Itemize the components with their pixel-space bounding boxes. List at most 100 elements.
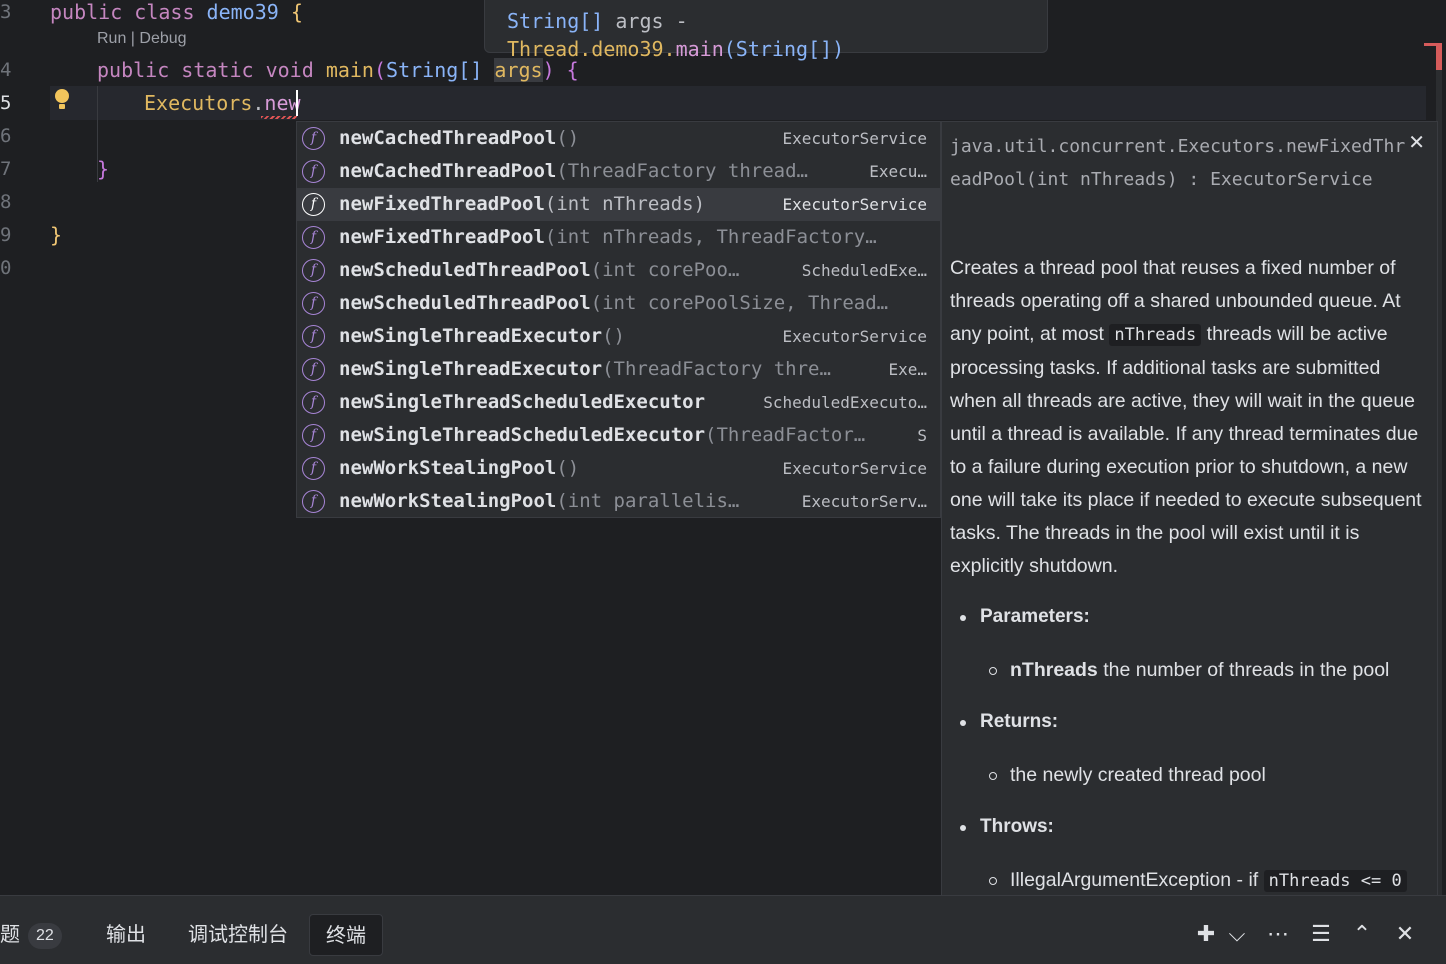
function-icon: f xyxy=(302,292,325,315)
line-number-active: 5 xyxy=(0,92,12,114)
function-icon: f xyxy=(302,490,325,513)
chevron-down-icon[interactable]: ⌵ xyxy=(1223,920,1251,948)
doc-throws-item: IllegalArgumentException - if nThreads <… xyxy=(989,869,1407,892)
code-token: static xyxy=(181,58,266,82)
doc-param-name: nThreads xyxy=(1010,659,1098,681)
code-line-5[interactable]: Executors.new xyxy=(144,91,301,115)
doc-parameters-heading: Parameters: xyxy=(960,606,1090,627)
completion-name: newSingleThreadExecutor xyxy=(339,325,603,347)
completion-item[interactable]: f newCachedThreadPool(ThreadFactory threa… xyxy=(297,155,941,188)
completion-return-type: ExecutorService xyxy=(782,327,928,346)
lightbulb-icon[interactable] xyxy=(55,89,69,111)
completion-list[interactable]: f newCachedThreadPool() ExecutorService f ne… xyxy=(296,121,941,518)
completion-signature: () xyxy=(556,127,580,149)
completion-item[interactable]: f newSingleThreadScheduledExecutor Schedul… xyxy=(297,386,941,419)
completion-signature: (ThreadFactory thre… xyxy=(602,358,831,380)
line-number: 4 xyxy=(0,59,12,81)
add-terminal-icon[interactable]: ✚ xyxy=(1192,920,1220,948)
hint-type: String[] xyxy=(507,9,604,33)
completion-item[interactable]: f newCachedThreadPool() ExecutorService xyxy=(297,122,941,155)
tab-terminal[interactable]: 终端 xyxy=(309,914,383,956)
tab-label: 题 xyxy=(0,924,20,946)
chevron-up-icon[interactable]: ⌃ xyxy=(1348,920,1376,948)
completion-label: newWorkStealingPool(int parallelis… xyxy=(339,489,739,513)
completion-name: newWorkStealingPool xyxy=(339,490,557,512)
completion-item[interactable]: f newSingleThreadExecutor() ExecutorServic… xyxy=(297,320,941,353)
doc-param-item: nThreads the number of threads in the po… xyxy=(988,659,1390,682)
function-icon: f xyxy=(302,457,325,480)
hint-params: (String[]) xyxy=(723,37,845,61)
text-caret xyxy=(296,90,298,116)
code-token: { xyxy=(290,0,303,24)
completion-signature: () xyxy=(602,325,625,347)
completion-name: newScheduledThreadPool xyxy=(339,259,591,281)
completion-name: newWorkStealingPool xyxy=(339,457,557,479)
completion-signature: (int parallelis… xyxy=(556,490,740,512)
completion-return-type: ExecutorService xyxy=(782,129,928,148)
completion-name: newScheduledThreadPool xyxy=(339,292,591,314)
code-line-3[interactable]: public class demo39 { xyxy=(50,0,303,24)
completion-item[interactable]: f newWorkStealingPool(int parallelis… Exec… xyxy=(297,485,941,518)
more-icon[interactable]: ⋯ xyxy=(1264,920,1292,948)
doc-throws-code: nThreads <= 0 xyxy=(1263,870,1407,892)
parameter-hint-tooltip: String[] args - Thread.demo39.main(Strin… xyxy=(484,0,1048,61)
documentation-panel: ✕ java.util.concurrent.Executors.newFixe… xyxy=(941,121,1438,922)
completion-name: newFixedThreadPool xyxy=(339,226,545,248)
hint-name: args xyxy=(615,9,664,33)
completion-return-type: ExecutorService xyxy=(782,195,928,214)
completion-item[interactable]: f newFixedThreadPool(int nThreads) Executo… xyxy=(297,188,941,221)
completion-label: newSingleThreadScheduledExecutor(ThreadF… xyxy=(339,423,865,447)
completion-return-type: Exe… xyxy=(888,360,927,379)
tab-output[interactable]: 输出 xyxy=(106,914,146,956)
function-icon: f xyxy=(302,160,325,183)
function-icon: f xyxy=(302,424,325,447)
line-number: 3 xyxy=(0,1,12,23)
completion-label: newSingleThreadScheduledExecutor xyxy=(339,390,705,414)
completion-signature: (int corePoo… xyxy=(590,259,740,281)
code-token: class xyxy=(134,0,207,24)
completion-label: newCachedThreadPool(ThreadFactory thread… xyxy=(339,159,808,183)
panel-tabbar: 题 22 输出 调试控制台 终端 ✚ ⌵ ⋯ ☰ ⌃ ✕ xyxy=(0,896,1446,964)
completion-item[interactable]: f newScheduledThreadPool(int corePoo… Sche… xyxy=(297,254,941,287)
tab-problems[interactable]: 题 22 xyxy=(0,914,62,956)
code-line-9[interactable]: } xyxy=(50,223,62,247)
settings-icon[interactable]: ☰ xyxy=(1307,920,1335,948)
doc-param-desc: the number of threads in the pool xyxy=(1097,659,1390,681)
code-line-4[interactable]: public static void main(String[] args) { xyxy=(97,58,579,82)
code-token: void xyxy=(265,58,326,82)
completion-item[interactable]: f newFixedThreadPool(int nThreads, Thread… xyxy=(297,221,941,254)
completion-return-type: S xyxy=(917,426,927,445)
code-line-7[interactable]: } xyxy=(97,157,109,181)
function-icon: f xyxy=(302,358,325,381)
function-icon: f xyxy=(302,391,325,414)
line-number: 9 xyxy=(0,224,12,246)
completion-item[interactable]: f newSingleThreadExecutor(ThreadFactory t… xyxy=(297,353,941,386)
close-panel-icon[interactable]: ✕ xyxy=(1391,920,1419,948)
close-icon[interactable]: ✕ xyxy=(1408,130,1425,155)
line-number: 8 xyxy=(0,191,12,213)
scrollbar-thumb[interactable] xyxy=(1436,43,1442,70)
code-token: } xyxy=(97,157,110,181)
completion-name: newFixedThreadPool xyxy=(339,193,545,215)
code-token: public xyxy=(50,0,135,24)
completion-item[interactable]: f newWorkStealingPool() ExecutorService xyxy=(297,452,941,485)
completion-signature: (int corePoolSize, Thread… xyxy=(590,292,889,314)
problems-count-badge: 22 xyxy=(28,922,62,949)
doc-throws-heading: Throws: xyxy=(960,816,1054,837)
completion-label: newFixedThreadPool(int nThreads) xyxy=(339,192,705,216)
completion-signature: (int nThreads) xyxy=(544,193,706,215)
completion-return-type: ExecutorService xyxy=(782,459,928,478)
function-icon: f xyxy=(302,259,325,282)
code-token: public xyxy=(97,58,182,82)
completion-item[interactable]: f newScheduledThreadPool(int corePoolSize… xyxy=(297,287,941,320)
completion-signature: (ThreadFactor… xyxy=(705,424,866,446)
doc-signature: java.util.concurrent.Executors.newFixedT… xyxy=(950,136,1406,190)
tab-debug-console[interactable]: 调试控制台 xyxy=(188,914,288,956)
line-number: 7 xyxy=(0,158,12,180)
code-token: main xyxy=(325,58,374,82)
completion-item[interactable]: f newSingleThreadScheduledExecutor(Thread… xyxy=(297,419,941,452)
function-icon: f xyxy=(302,127,325,150)
hint-method: main xyxy=(675,37,724,61)
run-debug-codelens[interactable]: Run | Debug xyxy=(97,30,187,48)
completion-return-type: ScheduledExe… xyxy=(801,261,927,280)
